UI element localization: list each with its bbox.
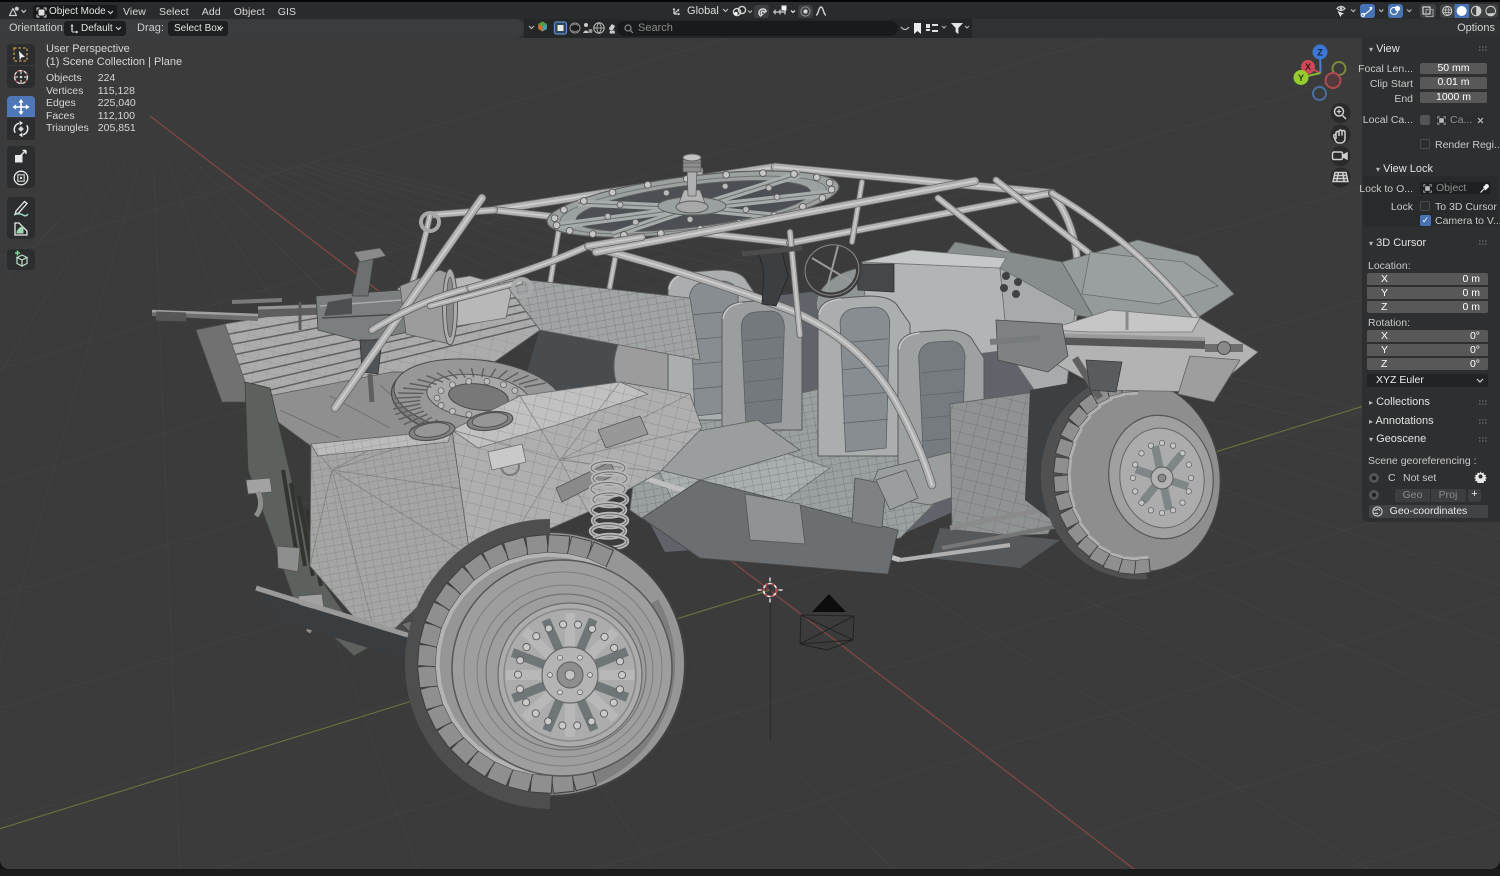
svg-text:Z: Z	[1317, 47, 1323, 57]
svg-text:X: X	[1305, 62, 1311, 72]
svg-text:Y: Y	[1298, 73, 1304, 83]
